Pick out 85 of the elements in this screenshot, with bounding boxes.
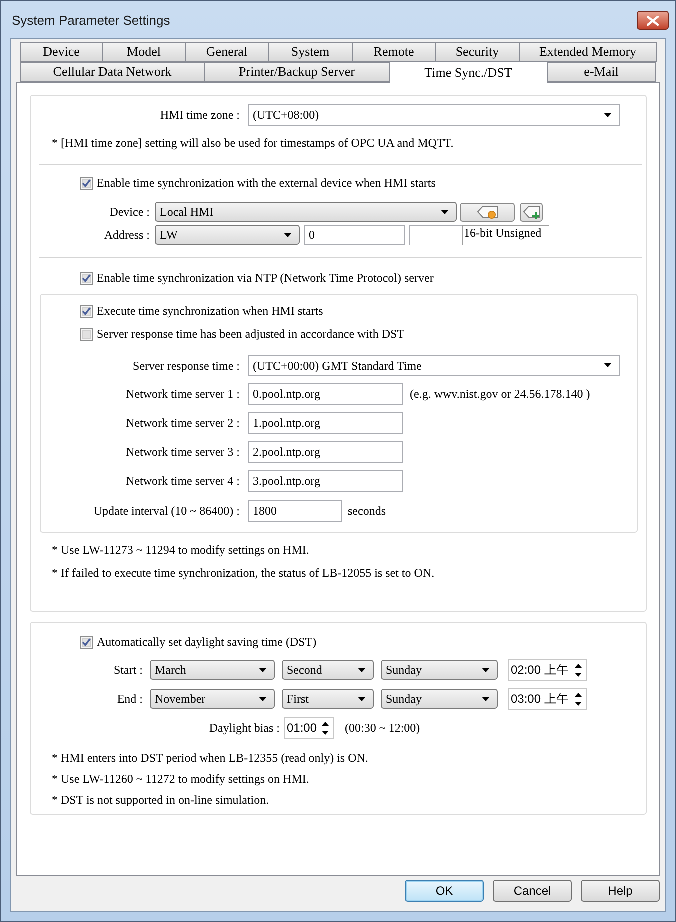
device-settings-button[interactable]	[460, 202, 515, 222]
field-label: End :	[116, 691, 143, 708]
dropdown[interactable]: Local HMI	[155, 202, 457, 222]
tab[interactable]: Cellular Data Network	[20, 62, 205, 82]
dropdown[interactable]: (UTC+00:00) GMT Standard Time	[248, 355, 620, 376]
spin-arrows-icon	[575, 692, 582, 706]
caret-down-icon	[482, 696, 490, 702]
text-field[interactable]: 3.pool.ntp.org	[248, 470, 403, 492]
text-field[interactable]: 1800	[248, 500, 342, 522]
dropdown[interactable]: LW	[155, 225, 300, 245]
spin-arrows-icon	[575, 664, 582, 676]
time-spinner[interactable]: 03:00 上午	[508, 688, 587, 710]
dialog-button[interactable]: OK	[405, 880, 484, 902]
checkbox-label: Automatically set daylight saving time (DST)	[97, 634, 317, 650]
tab[interactable]: System	[268, 42, 353, 62]
text-field[interactable]: 0.pool.ntp.org	[248, 383, 403, 405]
checkbox[interactable]	[80, 636, 93, 648]
note-text: * DST is not supported in on-line simulation.	[51, 792, 270, 808]
tab[interactable]: Printer/Backup Server	[204, 62, 390, 82]
text-field[interactable]: 2.pool.ntp.org	[248, 441, 403, 463]
note-text: * If failed to execute time synchronization, the status of LB-12055 is set to ON.	[51, 565, 436, 581]
text-field[interactable]: 1.pool.ntp.org	[248, 412, 403, 434]
field-label: Network time server 3 :	[125, 444, 240, 461]
field-label: HMI time zone :	[159, 107, 240, 124]
data-type-label: 16-bit Unsigned	[462, 225, 549, 245]
window-title: System Parameter Settings	[11, 12, 170, 30]
caret-down-icon	[259, 696, 267, 702]
tab[interactable]: Time Sync./DST	[389, 61, 548, 83]
dropdown[interactable]: March	[150, 660, 275, 680]
tag-plus-icon	[522, 204, 540, 220]
caret-down-icon	[358, 668, 366, 672]
field-label: Network time server 2 :	[125, 415, 240, 432]
field-label: Address :	[103, 227, 150, 244]
field-label: Start :	[113, 662, 143, 679]
dropdown[interactable]: First	[282, 689, 374, 709]
blank-field[interactable]	[409, 225, 462, 245]
dialog-button[interactable]: Help	[581, 880, 660, 902]
close-icon	[647, 16, 659, 26]
tab[interactable]: e-Mail	[547, 62, 656, 82]
note-text: * [HMI time zone] setting will also be used for timestamps of OPC UA and MQTT.	[51, 135, 455, 151]
caret-down-icon	[604, 363, 612, 368]
field-label: Server response time :	[132, 358, 240, 374]
checkbox-label: Server response time has been adjusted in accordance with DST	[97, 326, 405, 342]
dialog-button[interactable]: Cancel	[493, 880, 572, 902]
close-button[interactable]	[637, 11, 669, 30]
checkbox[interactable]	[80, 272, 93, 284]
tab[interactable]: Security	[435, 42, 520, 62]
field-label: Network time server 1 :	[125, 386, 240, 403]
tab[interactable]: Extended Memory	[519, 42, 657, 62]
tab[interactable]: Model	[102, 42, 186, 62]
dropdown[interactable]: Sunday	[381, 660, 498, 680]
caret-down-icon	[358, 696, 366, 702]
add-device-button[interactable]	[520, 202, 543, 222]
checkbox[interactable]	[80, 328, 93, 340]
note-text: * Use LW-11273 ~ 11294 to modify settings on HMI.	[51, 542, 310, 558]
caret-down-icon	[441, 210, 449, 214]
hint-text: (e.g. wwv.nist.gov or 24.56.178.140 )	[410, 386, 590, 403]
checkbox[interactable]	[80, 176, 93, 190]
tab[interactable]: Device	[20, 42, 103, 62]
dropdown[interactable]: Sunday	[381, 689, 498, 709]
note-text: * Use LW-11260 ~ 11272 to modify settings on HMI.	[51, 771, 310, 787]
dropdown[interactable]: November	[150, 689, 275, 709]
field-label: Network time server 4 :	[125, 473, 240, 490]
caret-down-icon	[482, 668, 490, 672]
address-field[interactable]: 0	[304, 225, 405, 245]
checkbox-label: Execute time synchronization when HMI starts	[97, 303, 324, 319]
tab[interactable]: Remote	[352, 42, 436, 62]
note-text: * HMI enters into DST period when LB-12355 (read only) is ON.	[51, 750, 370, 766]
checkbox[interactable]	[80, 304, 93, 318]
time-spinner[interactable]: 01:00	[284, 717, 334, 739]
range-text: (00:30 ~ 12:00)	[345, 720, 420, 737]
dropdown[interactable]: Second	[282, 660, 374, 680]
unit-label: seconds	[348, 503, 386, 520]
caret-down-icon	[284, 232, 292, 238]
field-label: Daylight bias :	[208, 720, 280, 737]
checkbox-label: Enable time synchronization with the external device when HMI starts	[97, 175, 436, 191]
dropdown[interactable]: (UTC+08:00)	[248, 104, 620, 126]
checkbox-label: Enable time synchronization via NTP (Network Time Protocol) server	[97, 270, 434, 286]
tab[interactable]: General	[185, 42, 269, 62]
time-spinner[interactable]: 02:00 上午	[508, 659, 587, 681]
caret-down-icon	[604, 112, 612, 118]
field-label: Update interval (10 ~ 86400) :	[92, 503, 240, 520]
caret-down-icon	[259, 668, 267, 672]
field-label: Device :	[108, 204, 150, 221]
spin-arrows-icon	[322, 722, 329, 734]
